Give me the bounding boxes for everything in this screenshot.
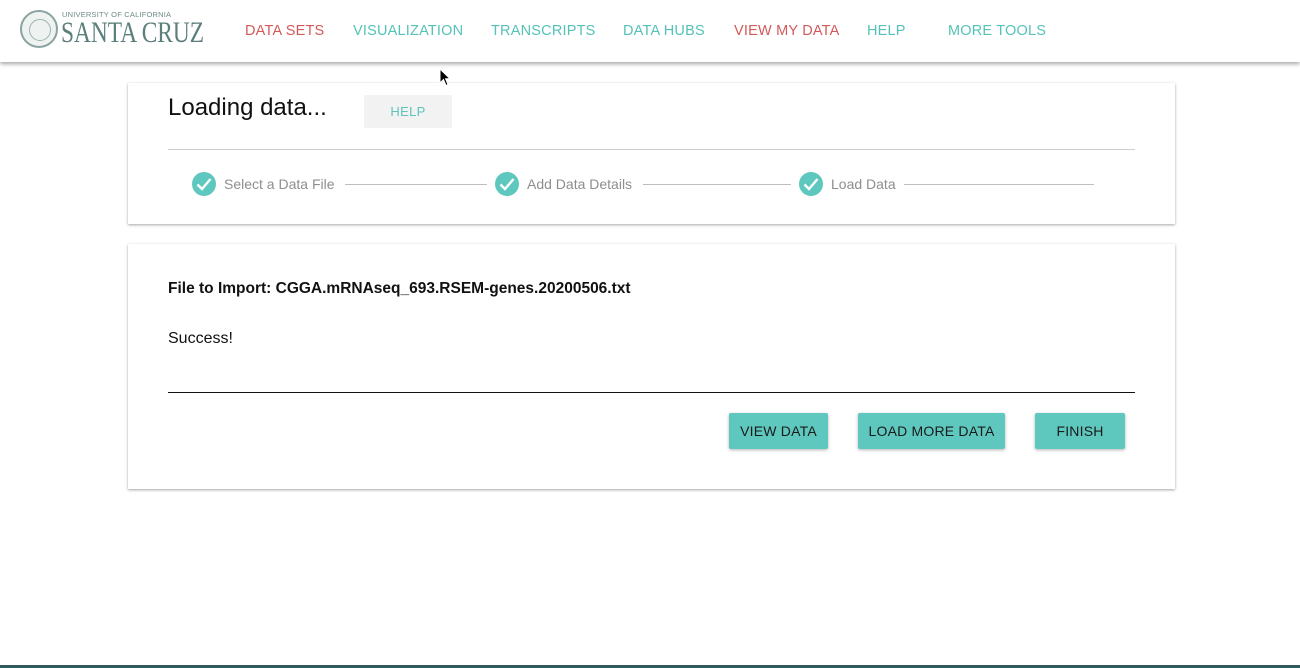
status-message: Success! [168, 330, 233, 347]
import-result-card: File to Import: CGGA.mRNAseq_693.RSEM-ge… [128, 244, 1175, 489]
mouse-cursor-icon [439, 68, 451, 87]
step-connector [345, 184, 487, 185]
ucsc-logo[interactable]: UNIVERSITY OF CALIFORNIA SANTA CRUZ [20, 10, 204, 52]
check-circle-icon [192, 172, 216, 196]
nav-data-sets[interactable]: DATA SETS [245, 23, 324, 39]
top-navigation-bar: UNIVERSITY OF CALIFORNIA SANTA CRUZ DATA… [0, 0, 1300, 62]
step-label: Load Data [831, 176, 896, 192]
nav-help[interactable]: HELP [867, 23, 906, 39]
step-label: Select a Data File [224, 176, 335, 192]
nav-data-hubs[interactable]: DATA HUBS [623, 23, 705, 39]
check-circle-icon [799, 172, 823, 196]
divider [168, 149, 1135, 150]
loading-progress-card: Loading data... HELP Select a Data File … [128, 83, 1175, 224]
step-connector [904, 184, 1094, 185]
check-circle-icon [495, 172, 519, 196]
nav-more-tools[interactable]: MORE TOOLS [948, 23, 1046, 39]
finish-button[interactable]: FINISH [1035, 413, 1125, 449]
help-button[interactable]: HELP [364, 95, 452, 128]
university-seal-icon [20, 10, 58, 48]
view-data-button[interactable]: VIEW DATA [729, 413, 828, 449]
step-connector [643, 184, 791, 185]
load-more-data-button[interactable]: LOAD MORE DATA [858, 413, 1005, 449]
divider [168, 392, 1135, 393]
step-label: Add Data Details [527, 176, 633, 192]
nav-visualization[interactable]: VISUALIZATION [353, 23, 463, 39]
nav-transcripts[interactable]: TRANSCRIPTS [491, 23, 596, 39]
file-to-import-text: File to Import: CGGA.mRNAseq_693.RSEM-ge… [168, 280, 631, 297]
page-title: Loading data... [168, 94, 327, 121]
nav-view-my-data[interactable]: VIEW MY DATA [734, 23, 840, 39]
logo-campus-text: SANTA CRUZ [61, 16, 205, 49]
